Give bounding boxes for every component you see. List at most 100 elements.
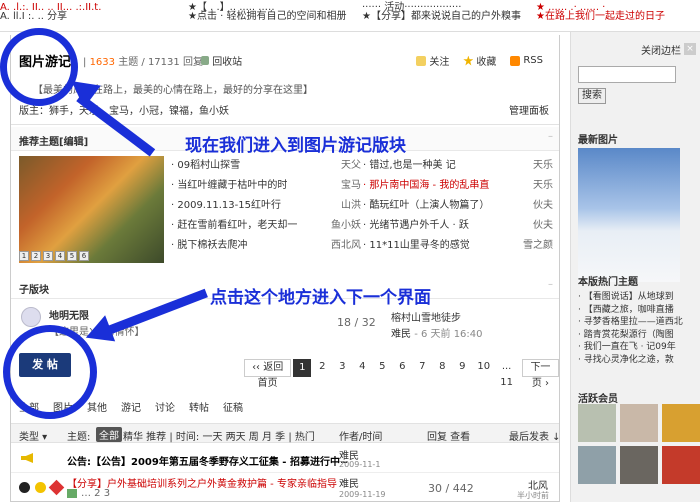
- follow-button[interactable]: 关注: [416, 53, 449, 68]
- forum-status-icon: [21, 307, 41, 327]
- hot-topic-item[interactable]: · 寻找心灵净化之途，敦: [578, 352, 698, 365]
- recommended-item[interactable]: · 那片南中国海 - 我的乱串直 天乐: [363, 176, 553, 196]
- hot-topic-item[interactable]: · 我们一直在飞 · 记09年: [578, 339, 698, 352]
- recommended-item[interactable]: · 09稻村山探雪 天父: [171, 156, 361, 176]
- last-post-column[interactable]: 最后发表 ↓: [509, 428, 559, 443]
- item-title[interactable]: · 那片南中国海 - 我的乱串直: [363, 180, 489, 191]
- page-6[interactable]: 6: [393, 359, 412, 377]
- item-author[interactable]: 山洪: [341, 196, 361, 216]
- item-title[interactable]: · 错过,也是一种美 记: [363, 160, 456, 171]
- item-author[interactable]: 伙夫: [533, 196, 553, 216]
- avatar[interactable]: [620, 404, 658, 442]
- tab-other[interactable]: 其他: [87, 399, 107, 414]
- close-sidebar-link[interactable]: 关闭边栏: [641, 42, 681, 57]
- item-author[interactable]: 西北风: [331, 236, 361, 256]
- recommended-item[interactable]: · 11*11山里寻冬的感觉 雪之颜: [363, 236, 553, 256]
- page-9[interactable]: 9: [453, 359, 472, 377]
- page-8[interactable]: 8: [433, 359, 452, 377]
- subforum-count: 18 / 32: [337, 316, 376, 329]
- avatar[interactable]: [662, 446, 700, 484]
- recommended-item[interactable]: · 当红叶缠藏于枯叶中的时 宝马: [171, 176, 361, 196]
- avatar[interactable]: [578, 404, 616, 442]
- recommended-item[interactable]: · 赶在雪前看红叶，老天却一 鱼小妖: [171, 216, 361, 236]
- author-column[interactable]: 作者/时间: [339, 428, 382, 443]
- subforum-name[interactable]: 地明无限: [49, 307, 89, 322]
- search-button[interactable]: 搜索: [578, 88, 606, 104]
- filter-all-button[interactable]: 全部: [96, 427, 122, 442]
- photo-page-1[interactable]: 1: [19, 251, 29, 261]
- recommended-photo[interactable]: [19, 156, 164, 263]
- recycle-link[interactable]: 回收站: [201, 53, 242, 68]
- search-input[interactable]: [578, 66, 676, 83]
- avatar[interactable]: [578, 446, 616, 484]
- tab-discussion[interactable]: 讨论: [155, 399, 175, 414]
- rss-button[interactable]: RSS: [510, 53, 543, 68]
- avatar[interactable]: [620, 446, 658, 484]
- follow-label: 关注: [429, 57, 450, 68]
- item-title[interactable]: · 当红叶缠藏于枯叶中的时: [171, 180, 287, 191]
- page-5[interactable]: 5: [373, 359, 392, 377]
- hot-topic-item[interactable]: · 踏青赏花梨源行（陶图: [578, 327, 698, 340]
- item-title[interactable]: · 11*11山里寻冬的感觉: [363, 240, 470, 251]
- type-filter[interactable]: 类型 ▾: [19, 428, 47, 443]
- photo-page-6[interactable]: 6: [79, 251, 89, 261]
- next-page-button[interactable]: 下一页 ›: [521, 359, 559, 389]
- photo-page-3[interactable]: 3: [43, 251, 53, 261]
- item-title[interactable]: · 酷玩红叶（上演人物篇了）: [363, 200, 489, 211]
- item-title[interactable]: · 脱下棉袄去爬冲: [171, 240, 247, 251]
- item-author[interactable]: 伙夫: [533, 216, 553, 236]
- back-home-button[interactable]: ‹‹ 返回首页: [244, 359, 292, 389]
- news-link[interactable]: ★点击 · 轻松拥有自己的空间和相册: [188, 9, 347, 24]
- page-2[interactable]: 2: [313, 359, 332, 377]
- item-author[interactable]: 鱼小妖: [331, 216, 361, 236]
- photo-page-4[interactable]: 4: [55, 251, 65, 261]
- latest-image-thumbnail[interactable]: [578, 148, 680, 282]
- tab-submission[interactable]: 征稿: [223, 399, 243, 414]
- page-3[interactable]: 3: [333, 359, 352, 377]
- news-link[interactable]: ★【分享】都来说说自己的户外糗事: [362, 9, 521, 24]
- item-title[interactable]: · 2009.11.13-15红叶行: [171, 200, 281, 211]
- page-1[interactable]: 1: [293, 359, 312, 377]
- thread-author[interactable]: 难民: [339, 475, 359, 490]
- item-author[interactable]: 天乐: [533, 156, 553, 176]
- hot-topic-item[interactable]: · 寻梦香格里拉——道西北: [578, 314, 698, 327]
- tab-repost[interactable]: 转帖: [189, 399, 209, 414]
- close-icon[interactable]: ×: [684, 43, 696, 55]
- avatar[interactable]: [662, 404, 700, 442]
- item-author[interactable]: 天父: [341, 156, 361, 176]
- recommended-item[interactable]: · 酷玩红叶（上演人物篇了） 伙夫: [363, 196, 553, 216]
- item-author[interactable]: 雪之颜: [523, 236, 553, 256]
- favorite-button[interactable]: 收藏: [463, 53, 496, 68]
- recommended-item[interactable]: · 脱下棉袄去爬冲 西北风: [171, 236, 361, 256]
- item-title[interactable]: · 光绪节遇户外千人 · 跃: [363, 220, 469, 231]
- recommended-item[interactable]: · 2009.11.13-15红叶行 山洪: [171, 196, 361, 216]
- subforum-last-post[interactable]: 榕村山雪地徒步: [391, 309, 461, 324]
- thread-title[interactable]: 公告:【公告】2009年第五届冬季野存义工征集 - 招募进行中~: [67, 453, 348, 468]
- replies-column[interactable]: 回复 查看: [427, 428, 470, 443]
- news-link[interactable]: ★在路上我们一起走过的日子: [536, 9, 665, 24]
- item-title[interactable]: · 赶在雪前看红叶，老天却一: [171, 220, 297, 231]
- collapse-icon[interactable]: –: [548, 131, 553, 142]
- item-title[interactable]: · 09稻村山探雪: [171, 160, 240, 171]
- last-time: - 6 天前 16:40: [414, 329, 483, 340]
- photo-page-2[interactable]: 2: [31, 251, 41, 261]
- last-author[interactable]: 难民: [391, 329, 411, 340]
- hot-topic-item[interactable]: · 【看图说话】从地球到: [578, 289, 698, 302]
- page-4[interactable]: 4: [353, 359, 372, 377]
- collapse-icon[interactable]: –: [548, 279, 553, 290]
- thread-pages[interactable]: … 2 3: [81, 488, 110, 499]
- recommended-item[interactable]: · 错过,也是一种美 记 天乐: [363, 156, 553, 176]
- tab-travelogue[interactable]: 游记: [121, 399, 141, 414]
- top-news-strip: A. .l.:. II.. .. II... .:.II.t. A. ll.I …: [0, 0, 700, 32]
- item-author[interactable]: 宝马: [341, 176, 361, 196]
- mod-panel-link[interactable]: 管理面板: [509, 102, 549, 117]
- page-7[interactable]: 7: [413, 359, 432, 377]
- hot-topic-item[interactable]: · 【西藏之旅，咖啡直播: [578, 302, 698, 315]
- page-10[interactable]: 10: [473, 359, 492, 377]
- page-last[interactable]: ... 11: [493, 359, 520, 388]
- item-author[interactable]: 天乐: [533, 176, 553, 196]
- filter-options[interactable]: 精华 推荐 | 时间: 一天 两天 周 月 季 | 热门: [123, 428, 315, 443]
- recommended-item[interactable]: · 光绪节遇户外千人 · 跃 伙夫: [363, 216, 553, 236]
- news-link[interactable]: A. ll.I :. .. 分享: [0, 9, 67, 24]
- photo-page-5[interactable]: 5: [67, 251, 77, 261]
